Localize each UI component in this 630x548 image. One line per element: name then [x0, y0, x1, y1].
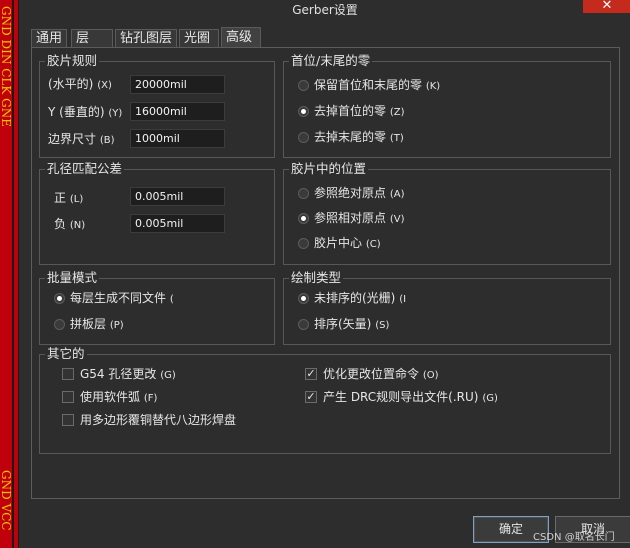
absolute-origin-radio[interactable]: [298, 188, 309, 199]
software-arcs-label[interactable]: 使用软件弧 (F): [80, 389, 157, 407]
g54-aperture-change-label[interactable]: G54 孔径更改 (G): [80, 366, 176, 384]
polygon-pour-octagon-checkbox[interactable]: [62, 414, 74, 426]
sorted-vector-radio[interactable]: [298, 319, 309, 330]
gerber-settings-dialog: Gerber设置 ✕ 通用 层 钻孔图层 光圈 高级 胶片规则 (水平的) (X…: [18, 0, 630, 548]
strip-leading-zeros-radio[interactable]: [298, 106, 309, 117]
separate-file-per-layer-radio[interactable]: [54, 293, 65, 304]
film-height-label: Y (垂直的) (Y): [48, 105, 123, 119]
tolerance-title: 孔径匹配公差: [45, 161, 125, 177]
film-rules-group: 胶片规则 (水平的) (X) 20000mil Y (垂直的) (Y) 1600…: [39, 53, 275, 158]
film-position-group: 胶片中的位置 参照绝对原点 (A) 参照相对原点 (V) 胶片中心 (C): [283, 161, 611, 265]
window-title: Gerber设置: [292, 3, 358, 17]
plot-type-title: 绘制类型: [289, 270, 344, 286]
border-size-input[interactable]: 1000mil: [130, 129, 225, 148]
plot-type-group: 绘制类型 未排序的(光栅) (I 排序(矢量) (S): [283, 270, 611, 345]
film-rules-title: 胶片规则: [45, 53, 100, 69]
plus-tolerance-label: 正 (L): [54, 191, 84, 205]
film-position-title: 胶片中的位置: [289, 161, 369, 177]
advanced-panel: 胶片规则 (水平的) (X) 20000mil Y (垂直的) (Y) 1600…: [31, 47, 620, 499]
sorted-vector-label[interactable]: 排序(矢量) (S): [314, 316, 389, 334]
tolerance-group: 孔径匹配公差 正 (L) 0.005mil 负 (N) 0.005mil: [39, 161, 275, 265]
panelize-layers-label[interactable]: 拼板层 (P): [70, 316, 124, 334]
relative-origin-label[interactable]: 参照相对原点 (V): [314, 210, 405, 228]
strip-leading-zeros-label[interactable]: 去掉首位的零 (Z): [314, 103, 405, 121]
panelize-layers-radio[interactable]: [54, 319, 65, 330]
background-label-bottom: GND VCC: [0, 470, 13, 531]
drc-rules-export-label[interactable]: 产生 DRC规则导出文件(.RU) (G): [323, 389, 498, 407]
optimize-position-commands-checkbox[interactable]: ✓: [305, 368, 317, 380]
minus-tolerance-input[interactable]: 0.005mil: [130, 214, 225, 233]
absolute-origin-label[interactable]: 参照绝对原点 (A): [314, 185, 405, 203]
film-center-label[interactable]: 胶片中心 (C): [314, 235, 381, 253]
batch-mode-title: 批量模式: [45, 270, 100, 286]
drc-rules-export-checkbox[interactable]: ✓: [305, 391, 317, 403]
zeros-title: 首位/末尾的零: [289, 53, 373, 69]
unsorted-raster-label[interactable]: 未排序的(光栅) (I: [314, 290, 406, 308]
film-width-input[interactable]: 20000mil: [130, 75, 225, 94]
zeros-group: 首位/末尾的零 保留首位和末尾的零 (K) 去掉首位的零 (Z) 去掉末尾的零 …: [283, 53, 611, 158]
other-title: 其它的: [45, 346, 87, 362]
title-bar: Gerber设置 ✕: [19, 0, 630, 18]
software-arcs-checkbox[interactable]: [62, 391, 74, 403]
polygon-pour-octagon-label[interactable]: 用多边形覆铜替代八边形焊盘: [80, 412, 236, 428]
background-label-top: GND DIN CLK GNE: [0, 6, 13, 127]
tab-layers[interactable]: 层: [71, 29, 113, 48]
minus-tolerance-label: 负 (N): [54, 217, 86, 231]
tab-general[interactable]: 通用: [31, 29, 67, 48]
tab-drill-layers[interactable]: 钻孔图层: [115, 29, 177, 48]
tab-apertures[interactable]: 光圈: [179, 29, 219, 48]
close-button[interactable]: ✕: [583, 0, 630, 13]
strip-trailing-zeros-label[interactable]: 去掉末尾的零 (T): [314, 129, 404, 147]
optimize-position-commands-label[interactable]: 优化更改位置命令 (O): [323, 366, 439, 384]
keep-zeros-label[interactable]: 保留首位和末尾的零 (K): [314, 77, 440, 95]
tab-advanced[interactable]: 高级: [221, 27, 261, 48]
other-group: 其它的 G54 孔径更改 (G) 使用软件弧 (F) 用多边形覆铜替代八边形焊盘…: [39, 346, 611, 454]
film-height-input[interactable]: 16000mil: [130, 102, 225, 121]
film-width-label: (水平的) (X): [48, 77, 112, 91]
unsorted-raster-radio[interactable]: [298, 293, 309, 304]
film-center-radio[interactable]: [298, 238, 309, 249]
separate-file-per-layer-label[interactable]: 每层生成不同文件 (: [70, 290, 174, 308]
background-pcb-strip: GND DIN CLK GNE GND VCC: [0, 0, 18, 548]
keep-zeros-radio[interactable]: [298, 80, 309, 91]
g54-aperture-change-checkbox[interactable]: [62, 368, 74, 380]
batch-mode-group: 批量模式 每层生成不同文件 ( 拼板层 (P): [39, 270, 275, 345]
strip-trailing-zeros-radio[interactable]: [298, 132, 309, 143]
border-size-label: 边界尺寸 (B): [48, 132, 115, 146]
csdn-watermark: CSDN @取名长门: [533, 532, 615, 543]
relative-origin-radio[interactable]: [298, 213, 309, 224]
plus-tolerance-input[interactable]: 0.005mil: [130, 187, 225, 206]
